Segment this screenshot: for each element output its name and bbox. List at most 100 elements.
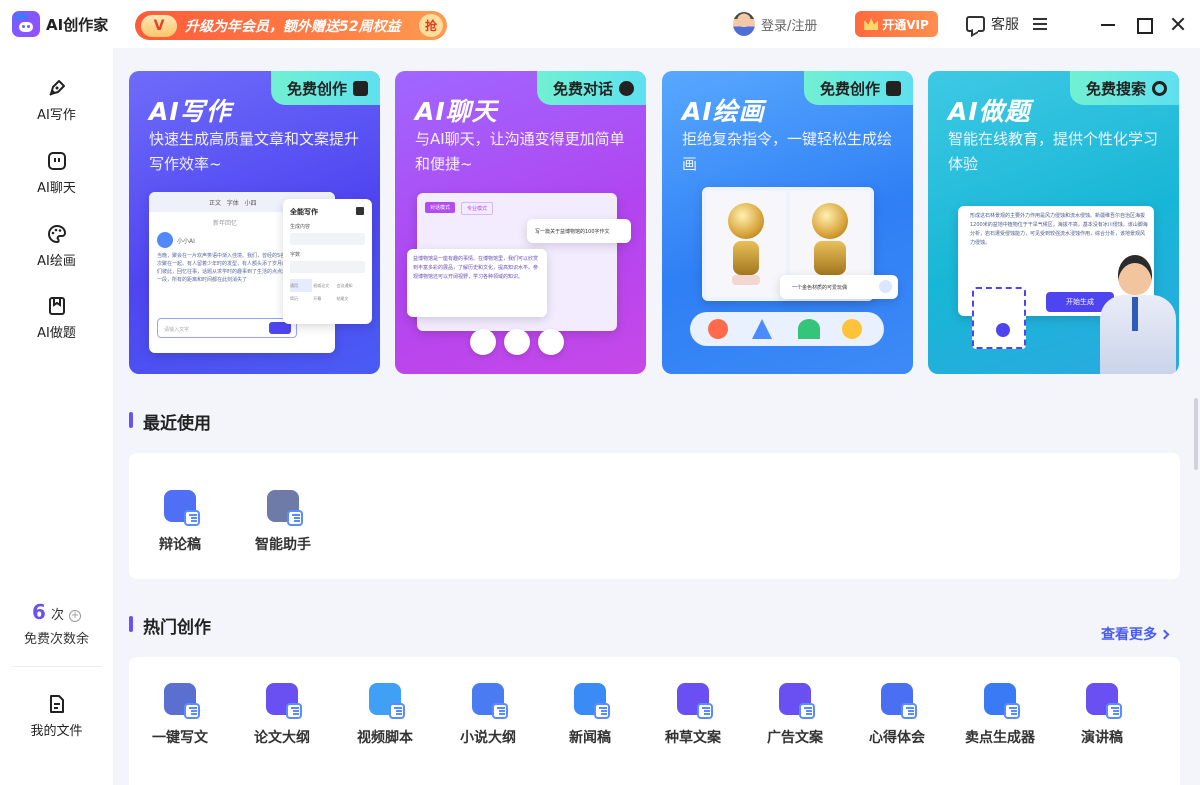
tool-label: 广告文案	[767, 730, 823, 746]
credits-label: 免费次数余	[23, 632, 89, 647]
login-label: 登录/注册	[761, 18, 818, 34]
sidebar-item-label: AI聊天	[37, 181, 76, 196]
toolbar-family: 字体	[226, 200, 239, 207]
banner-desc: 快速生成高质量文章和文案提升写作效率~	[149, 130, 360, 173]
tool-video-script[interactable]: 视频脚本	[339, 683, 431, 747]
chip: 会议通知	[336, 283, 353, 288]
banner-tag[interactable]: 免费对话	[536, 71, 646, 105]
banner-ai-quiz[interactable]: 免费搜索 AI做题 智能在线教育，提供个性化学习体验 形成这石林景观的主要外力作…	[928, 71, 1179, 374]
user-prompt: 写一篇关于益博物馆的100字作文	[527, 219, 631, 243]
edit-icon	[353, 80, 368, 96]
banner-tag[interactable]: 免费搜索	[1069, 71, 1179, 105]
banner-ai-draw[interactable]: 免费创作 AI绘画 拒绝复杂指令，一键轻松生成绘画 一个金色材质的可爱玩偶	[662, 71, 913, 374]
golden-doll-image	[706, 191, 786, 297]
banner-title: AI写作	[149, 97, 232, 126]
chat-bot-icon	[47, 152, 66, 170]
prompt-caption: 一个金色材质的可爱玩偶	[780, 275, 898, 299]
recent-panel: 辩论稿 智能助手	[129, 453, 1180, 579]
quick-write-icon	[164, 683, 200, 719]
debate-icon	[164, 490, 200, 526]
banner-tag-label: 免费搜索	[1085, 79, 1146, 98]
sidebar-item-label: AI绘画	[37, 254, 76, 269]
tool-quick-write[interactable]: 一键写文	[134, 683, 226, 747]
banner-title: AI做题	[948, 97, 1031, 126]
sidebar-item-ai-chat[interactable]: AI聊天	[0, 151, 113, 211]
novel-icon	[472, 683, 508, 719]
chevron-right-icon	[1159, 629, 1170, 640]
panel-title: 全能写作	[290, 208, 318, 216]
sun-icon	[798, 319, 820, 339]
palette-icon	[47, 224, 66, 244]
tool-reflection[interactable]: 心得体会	[851, 683, 943, 747]
free-credits: 6 次 + 免费次数余	[0, 600, 113, 647]
scrollbar-thumb[interactable]	[1194, 398, 1198, 470]
close-button[interactable]	[1167, 13, 1189, 35]
sidebar-item-ai-quiz[interactable]: AI做题	[0, 296, 113, 356]
maximize-button[interactable]	[1132, 13, 1154, 35]
pen-icon	[48, 80, 65, 96]
login-button[interactable]: 登录/注册	[733, 12, 817, 36]
promo-banner[interactable]: V 升级为年会员，额外赠送52周权益 抢	[135, 11, 447, 40]
chip: 结尾文	[336, 296, 349, 301]
banner-title: AI聊天	[415, 97, 498, 126]
sidebar-item-label: AI写作	[37, 108, 76, 123]
sidebar-divider	[12, 666, 102, 667]
toolbar-font: 正文	[209, 200, 222, 207]
shape-icon	[752, 319, 772, 339]
assistant-icon	[267, 490, 303, 526]
hot-panel: 一键写文 论文大纲 视频脚本 小说大纲 新闻稿 种草文案 广告文案 心得体会 卖…	[129, 657, 1180, 785]
caption-text: 一个金色材质的可爱玩偶	[792, 285, 848, 291]
sidebar-item-ai-draw[interactable]: AI绘画	[0, 224, 113, 284]
minimize-button[interactable]	[1097, 13, 1119, 35]
banner-ai-write[interactable]: 免费创作 AI写作 快速生成高质量文章和文案提升写作效率~ 正文 字体 小四 新…	[129, 71, 380, 374]
menu-icon[interactable]	[1033, 18, 1047, 30]
chip: 开幕	[313, 296, 322, 301]
see-more-label: 查看更多	[1101, 627, 1157, 643]
drawing-toolbar	[690, 312, 884, 346]
sidebar-item-ai-write[interactable]: AI写作	[0, 78, 113, 138]
tool-label: 智能助手	[255, 537, 311, 553]
doc-tab: 新年回忆	[213, 220, 238, 227]
banner-title: AI绘画	[682, 97, 765, 126]
credits-unit: 次	[50, 608, 64, 623]
mode-tab: 专业模式	[461, 202, 494, 215]
grid-icon	[356, 207, 364, 215]
tool-label: 卖点生成器	[965, 730, 1035, 746]
open-vip-button[interactable]: 开通VIP	[855, 11, 938, 37]
banner-tag-label: 免费创作	[286, 79, 347, 98]
selling-point-icon	[984, 683, 1020, 719]
tool-paper-outline[interactable]: 论文大纲	[236, 683, 328, 747]
add-credits-icon[interactable]: +	[69, 610, 82, 622]
promo-grab-button[interactable]: 抢	[419, 14, 443, 37]
banner-tag-label: 免费创作	[819, 79, 880, 98]
banner-tag-label: 免费对话	[552, 79, 613, 98]
tool-debate[interactable]: 辩论稿	[134, 490, 226, 554]
banner-tag[interactable]: 免费创作	[270, 71, 380, 105]
file-icon	[49, 695, 64, 713]
outline-icon	[266, 683, 302, 719]
tool-selling-point[interactable]: 卖点生成器	[954, 683, 1046, 747]
tool-label: 辩论稿	[159, 537, 201, 553]
tool-novel-outline[interactable]: 小说大纲	[442, 683, 534, 747]
tool-news[interactable]: 新闻稿	[544, 683, 636, 747]
banner-ai-chat[interactable]: 免费对话 AI聊天 与AI聊天，让沟通变得更加简单和便捷~ 对话模式 专业模式 …	[395, 71, 646, 374]
sidebar-item-my-files[interactable]: 我的文件	[0, 694, 113, 754]
app-logo	[12, 11, 40, 37]
mode-tab: 对话模式	[425, 202, 456, 213]
see-more-link[interactable]: 查看更多	[1101, 624, 1170, 644]
customer-service-button[interactable]: 客服	[966, 14, 1019, 34]
tool-ad-copy[interactable]: 广告文案	[749, 683, 841, 747]
avatar	[733, 12, 755, 36]
chat-icon	[966, 16, 985, 32]
vip-badge-icon: V	[141, 14, 177, 37]
tool-recommend-copy[interactable]: 种草文案	[647, 683, 739, 747]
banner-tag[interactable]: 免费创作	[803, 71, 913, 105]
tool-label: 心得体会	[869, 730, 925, 746]
tool-assistant[interactable]: 智能助手	[237, 490, 329, 554]
chip: 通用	[290, 279, 312, 292]
tool-speech[interactable]: 演讲稿	[1056, 683, 1148, 747]
video-script-icon	[369, 683, 405, 719]
promo-text: 升级为年会员，额外赠送52周权益	[185, 18, 401, 35]
compose-icon	[504, 329, 530, 355]
image-icon	[886, 80, 901, 96]
